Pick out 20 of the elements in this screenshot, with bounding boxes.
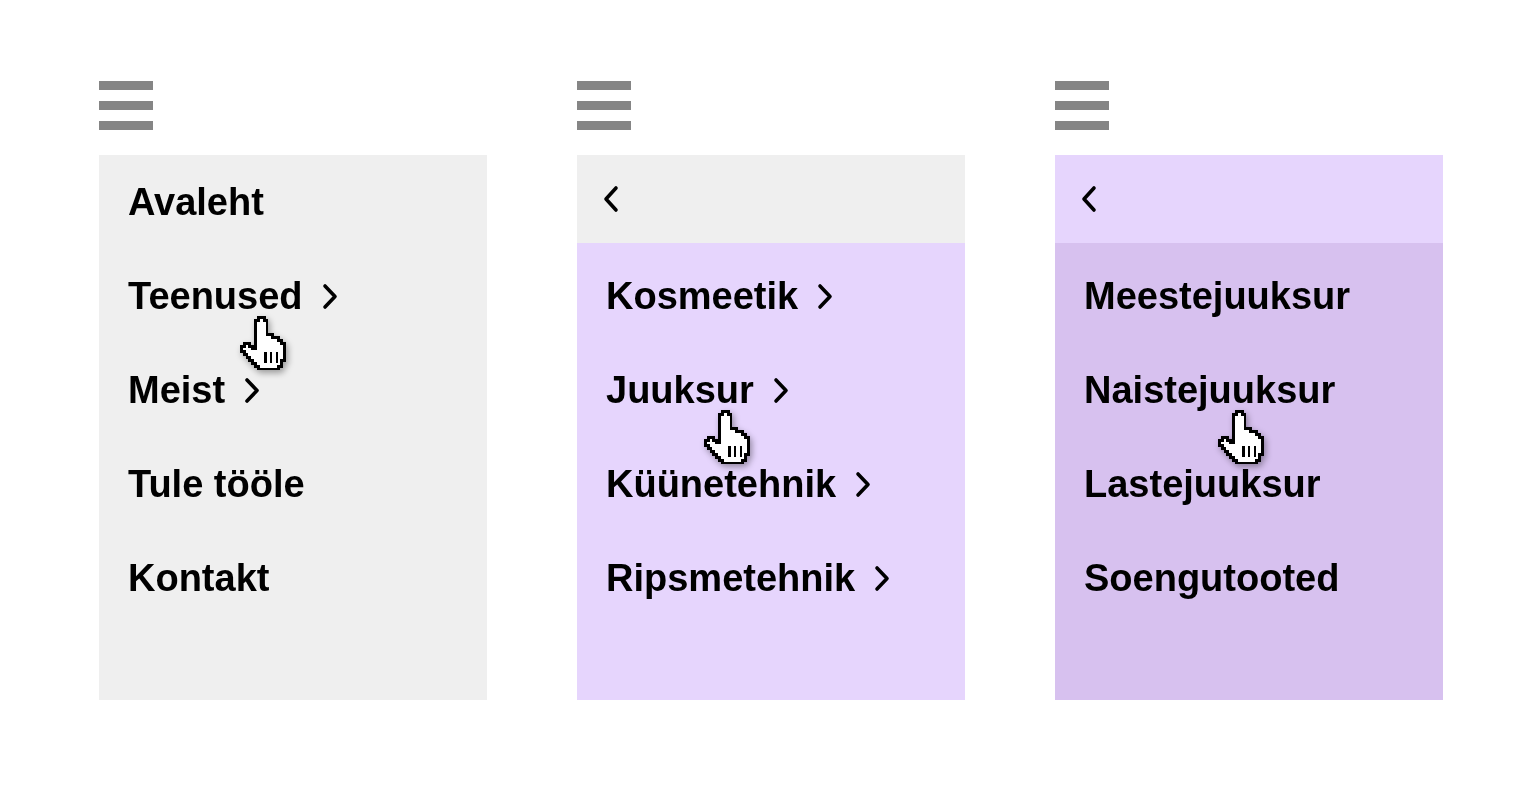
back-button[interactable]: [603, 185, 619, 213]
menu-item[interactable]: Teenused: [128, 277, 338, 315]
menu-item[interactable]: Ripsmetehnik: [606, 559, 891, 597]
menu-item[interactable]: Meestejuuksur: [1084, 277, 1351, 315]
menu-item[interactable]: Juuksur: [606, 371, 789, 409]
menu-item[interactable]: Kontakt: [128, 559, 270, 597]
menu-item[interactable]: Meist: [128, 371, 261, 409]
menu-button[interactable]: [99, 81, 153, 131]
menu-item[interactable]: Tule tööle: [128, 465, 305, 503]
menu-button[interactable]: [1055, 81, 1109, 131]
menu-item[interactable]: Naistejuuksur: [1084, 371, 1336, 409]
menu-item[interactable]: Kosmeetik: [606, 277, 834, 315]
back-button[interactable]: [1081, 185, 1097, 213]
menu-item[interactable]: Lastejuuksur: [1084, 465, 1321, 503]
menu-button[interactable]: [577, 81, 631, 131]
menu-item[interactable]: Avaleht: [128, 183, 264, 221]
chevron-left-icon: [603, 185, 619, 213]
menu-item[interactable]: Küünetehnik: [606, 465, 872, 503]
menu-item[interactable]: Soengutooted: [1084, 559, 1340, 597]
chevron-left-icon: [1081, 185, 1097, 213]
